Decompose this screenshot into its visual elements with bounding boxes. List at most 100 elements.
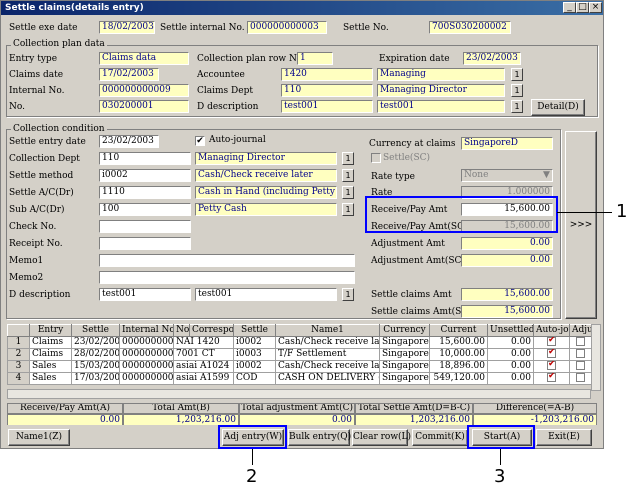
cell-entry[interactable]: Sales — [29, 360, 72, 373]
cell-adjust[interactable] — [569, 372, 592, 385]
maximize-button[interactable]: □ — [576, 2, 589, 13]
entry-type-field[interactable]: Claims data — [99, 52, 189, 65]
accountee-name-field[interactable]: Managing — [377, 68, 505, 81]
cell-adjust[interactable] — [569, 348, 592, 361]
commit-button[interactable]: Commit(K) — [412, 429, 468, 446]
table-row[interactable]: 4 Sales 17/03/2003 000000000013 asiai A1… — [7, 372, 592, 385]
expiration-date-field[interactable]: 23/02/2003 — [463, 52, 521, 65]
name1-button[interactable]: Name1(Z) — [8, 429, 70, 446]
table-row[interactable]: 3 Sales 15/03/2003 000000000003 asiai A1… — [7, 360, 592, 373]
close-button[interactable]: × — [589, 2, 602, 13]
cond-d-description-field-1[interactable]: test001 — [99, 288, 191, 301]
collection-dept-lookup-button[interactable]: 1 — [342, 152, 354, 165]
accountee-code-field[interactable]: 1420 — [281, 68, 373, 81]
no-field[interactable]: 030200001 — [99, 100, 189, 113]
column-header[interactable]: Unsettled — [487, 324, 534, 337]
auto-journal-check-icon[interactable] — [547, 337, 556, 346]
receipt-no-field[interactable] — [99, 237, 191, 250]
cell-internal-no[interactable]: 000000000003 — [119, 360, 174, 373]
cell-auto-journal[interactable] — [533, 372, 570, 385]
cell-currency[interactable]: SingaporeD — [379, 348, 430, 361]
column-header[interactable]: Settle — [233, 324, 276, 337]
auto-journal-check-icon[interactable] — [547, 361, 556, 370]
cell-adjust[interactable] — [569, 336, 592, 349]
plan-d-description-field-1[interactable]: test001 — [281, 100, 373, 113]
adjust-check-icon[interactable] — [576, 349, 585, 358]
cell-auto-journal[interactable] — [533, 336, 570, 349]
rate-type-select[interactable]: None — [461, 169, 553, 182]
cell-correspondent[interactable]: asiai A1024 — [173, 360, 234, 373]
settle-internal-no-field[interactable]: 000000000003 — [247, 21, 327, 34]
column-header[interactable]: Entry — [29, 324, 72, 337]
cell-adjust[interactable] — [569, 360, 592, 373]
claims-dept-code-field[interactable]: 110 — [281, 84, 373, 97]
settle-method-code-field[interactable]: i0002 — [99, 169, 191, 182]
minimize-button[interactable]: _ — [563, 2, 576, 13]
cell-name1[interactable]: T/F Settlement — [275, 348, 380, 361]
cell-current[interactable]: 549,120.00 — [429, 372, 488, 385]
expand-button[interactable]: >>> — [565, 131, 597, 319]
claims-dept-lookup-button[interactable]: 1 — [511, 84, 523, 97]
adjust-check-icon[interactable] — [576, 373, 585, 382]
auto-journal-checkbox[interactable]: ✔ — [195, 136, 205, 146]
cell-internal-no[interactable]: 000000000013 — [119, 372, 174, 385]
cell-settle-method[interactable]: i0002 — [233, 360, 276, 373]
cell-settle-date[interactable]: 17/03/2003 — [71, 372, 120, 385]
auto-journal-check-icon[interactable] — [547, 349, 556, 358]
cell-currency[interactable]: SingaporeD — [379, 336, 430, 349]
cell-unsettled[interactable]: 0.00 — [487, 336, 534, 349]
cond-d-description-lookup-button[interactable]: 1 — [342, 288, 354, 301]
cell-settle-method[interactable]: i0003 — [233, 348, 276, 361]
horizontal-scrollbar[interactable] — [7, 389, 591, 399]
plan-d-description-field-2[interactable]: test001 — [377, 100, 505, 113]
adjust-check-icon[interactable] — [576, 337, 585, 346]
cell-entry[interactable]: Sales — [29, 372, 72, 385]
settle-no-field[interactable]: 700S030200002 — [429, 21, 511, 34]
memo1-field[interactable] — [99, 254, 355, 267]
cell-entry[interactable]: Claims — [29, 336, 72, 349]
cell-unsettled[interactable]: 0.00 — [487, 360, 534, 373]
column-header[interactable]: Settle — [71, 324, 120, 337]
check-no-field[interactable] — [99, 220, 191, 233]
settle-ac-code-field[interactable]: 1110 — [99, 186, 191, 199]
vertical-scrollbar[interactable] — [591, 324, 601, 391]
cell-name1[interactable]: Cash/Check receive later — [275, 336, 380, 349]
settle-method-lookup-button[interactable]: 1 — [342, 169, 354, 182]
column-header[interactable] — [7, 324, 30, 337]
cell-name1[interactable]: CASH ON DELIVERY (COD) — [275, 372, 380, 385]
cell-currency[interactable]: SingaporeD — [379, 372, 430, 385]
cell-settle-date[interactable]: 23/02/2003 — [71, 336, 120, 349]
auto-journal-check-icon[interactable] — [547, 373, 556, 382]
sub-ac-lookup-button[interactable]: 1 — [342, 203, 354, 216]
cell-name1[interactable]: Cash/Check receive later — [275, 360, 380, 373]
cell-correspondent[interactable]: NAI 1420 — [173, 336, 234, 349]
sub-ac-code-field[interactable]: 100 — [99, 203, 191, 216]
settle-exe-date-field[interactable]: 18/02/2003 — [99, 21, 155, 34]
cell-auto-journal[interactable] — [533, 348, 570, 361]
bulk-entry-button[interactable]: Bulk entry(Q) — [288, 429, 351, 446]
exit-button[interactable]: Exit(E) — [536, 429, 592, 446]
claims-date-field[interactable]: 17/02/2003 — [99, 68, 159, 81]
cell-settle-date[interactable]: 15/03/2003 — [71, 360, 120, 373]
column-header[interactable]: Currency — [379, 324, 430, 337]
column-header[interactable]: Name1 — [275, 324, 380, 337]
internal-no-field[interactable]: 000000000009 — [99, 84, 189, 97]
cell-currency[interactable]: SingaporeD — [379, 360, 430, 373]
adjust-check-icon[interactable] — [576, 361, 585, 370]
cell-entry[interactable]: Claims — [29, 348, 72, 361]
cell-settle-method[interactable]: i0002 — [233, 336, 276, 349]
cell-current[interactable]: 15,600.00 — [429, 336, 488, 349]
cell-auto-journal[interactable] — [533, 360, 570, 373]
cell-correspondent[interactable]: asiai A1599 — [173, 372, 234, 385]
column-header[interactable]: Internal No. — [119, 324, 174, 337]
settle-entry-date-field[interactable]: 23/02/2003 — [99, 135, 159, 148]
clear-row-button[interactable]: Clear row(L) — [352, 429, 411, 446]
collection-dept-code-field[interactable]: 110 — [99, 152, 191, 165]
row-no-field[interactable]: 1 — [297, 52, 333, 65]
claims-dept-name-field[interactable]: Managing Director — [377, 84, 505, 97]
table-row[interactable]: 2 Claims 28/02/2003 000000000024 7001 CT… — [7, 348, 592, 361]
cell-correspondent[interactable]: 7001 CT — [173, 348, 234, 361]
cond-d-description-field-2[interactable]: test001 — [195, 288, 337, 301]
cell-unsettled[interactable]: 0.00 — [487, 372, 534, 385]
cell-internal-no[interactable]: 000000000024 — [119, 348, 174, 361]
